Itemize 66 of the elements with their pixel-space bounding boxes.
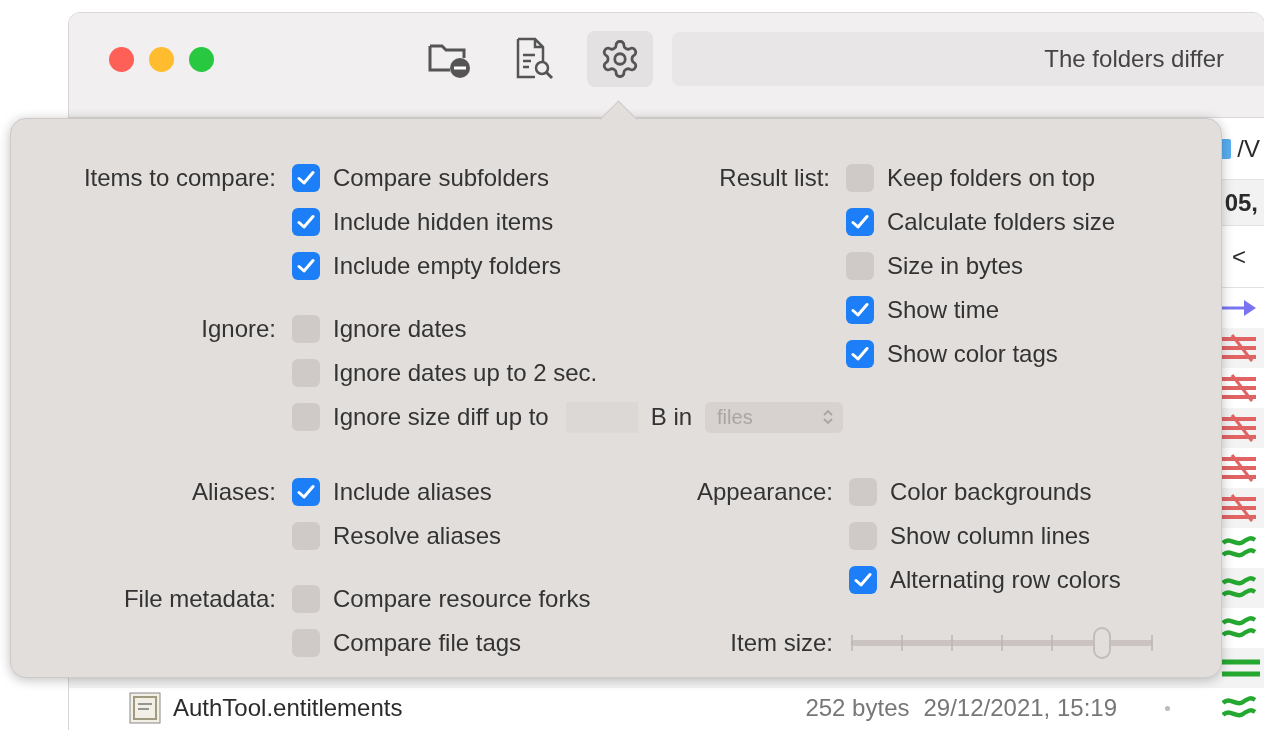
option-label: Resolve aliases: [333, 521, 502, 550]
group-label: Result list:: [718, 163, 830, 193]
option-label: Show color tags: [887, 340, 1058, 368]
checkbox[interactable]: [846, 208, 874, 236]
group-label: Appearance:: [695, 476, 833, 507]
chevron-updown-icon: [823, 409, 834, 425]
checkbox[interactable]: [292, 164, 320, 192]
close-button[interactable]: [109, 46, 134, 72]
option-label: Color backgrounds: [890, 477, 1092, 506]
file-date: 29/12/2021, 15:19: [923, 694, 1117, 722]
option-label: Compare resource forks: [333, 584, 591, 613]
option-label: Show column lines: [890, 521, 1091, 550]
option-label: Include aliases: [333, 477, 492, 506]
dot-icon: [1165, 705, 1170, 711]
item-size-slider[interactable]: [851, 626, 1153, 659]
certificate-file-icon: [129, 692, 161, 724]
group-label: Aliases:: [190, 476, 276, 507]
option-label: Ignore dates: [333, 315, 467, 343]
option-label: Show time: [887, 296, 1000, 324]
not-equal-icon: [1222, 374, 1256, 402]
option-label: Ignore dates up to 2 sec.: [333, 359, 598, 387]
toolbar-button[interactable]: [587, 31, 653, 87]
zoom-button[interactable]: [189, 46, 214, 72]
column-header[interactable]: <: [1232, 242, 1246, 271]
option-label: Alternating row colors: [890, 565, 1121, 594]
not-equal-icon: [1222, 454, 1256, 482]
slider-thumb[interactable]: [1092, 626, 1111, 659]
arrow-right-icon: [1222, 299, 1256, 317]
check-icon: [851, 214, 869, 230]
checkbox[interactable]: [849, 565, 877, 594]
checkbox[interactable]: [846, 340, 874, 368]
checkbox[interactable]: [292, 208, 320, 236]
path-label: /V: [1237, 134, 1260, 163]
check-icon: [851, 302, 869, 318]
option-label: Calculate folders size: [887, 208, 1116, 236]
group-label: Items to compare:: [82, 163, 276, 193]
document-search-icon: [515, 37, 555, 81]
not-equal-icon: [1222, 414, 1256, 442]
minimize-button[interactable]: [149, 46, 174, 72]
option-label: Ignore size diff up to: [333, 403, 549, 431]
check-icon: [297, 258, 315, 274]
not-equal-icon: [1222, 494, 1256, 522]
check-icon: [297, 214, 315, 230]
group-label: File metadata:: [122, 583, 276, 614]
option-label: Keep folders on top: [887, 164, 1096, 192]
status-field: The folders differ: [672, 32, 1264, 86]
option-label: Compare file tags: [333, 628, 522, 657]
option-label: Size in bytes: [887, 252, 1024, 280]
group-label: Item size:: [729, 627, 833, 658]
summary-text: 05,: [1224, 188, 1258, 217]
check-icon: [297, 483, 315, 500]
check-icon: [851, 346, 869, 362]
check-icon: [297, 170, 315, 186]
option-label: Compare subfolders: [333, 164, 550, 192]
not-equal-icon: [1222, 334, 1256, 362]
checkbox[interactable]: [292, 252, 320, 280]
file-size: 252 bytes: [805, 694, 910, 722]
option-label: Include hidden items: [333, 208, 554, 236]
checkbox[interactable]: [846, 296, 874, 324]
unit-label: B in: [650, 403, 693, 431]
option-label: Include empty folders: [333, 252, 562, 280]
check-icon: [854, 571, 872, 588]
checkbox[interactable]: [292, 477, 320, 506]
equal-icon: [1222, 658, 1260, 678]
file-name: AuthTool.entitlements: [173, 694, 404, 722]
group-label: Ignore:: [200, 314, 276, 344]
